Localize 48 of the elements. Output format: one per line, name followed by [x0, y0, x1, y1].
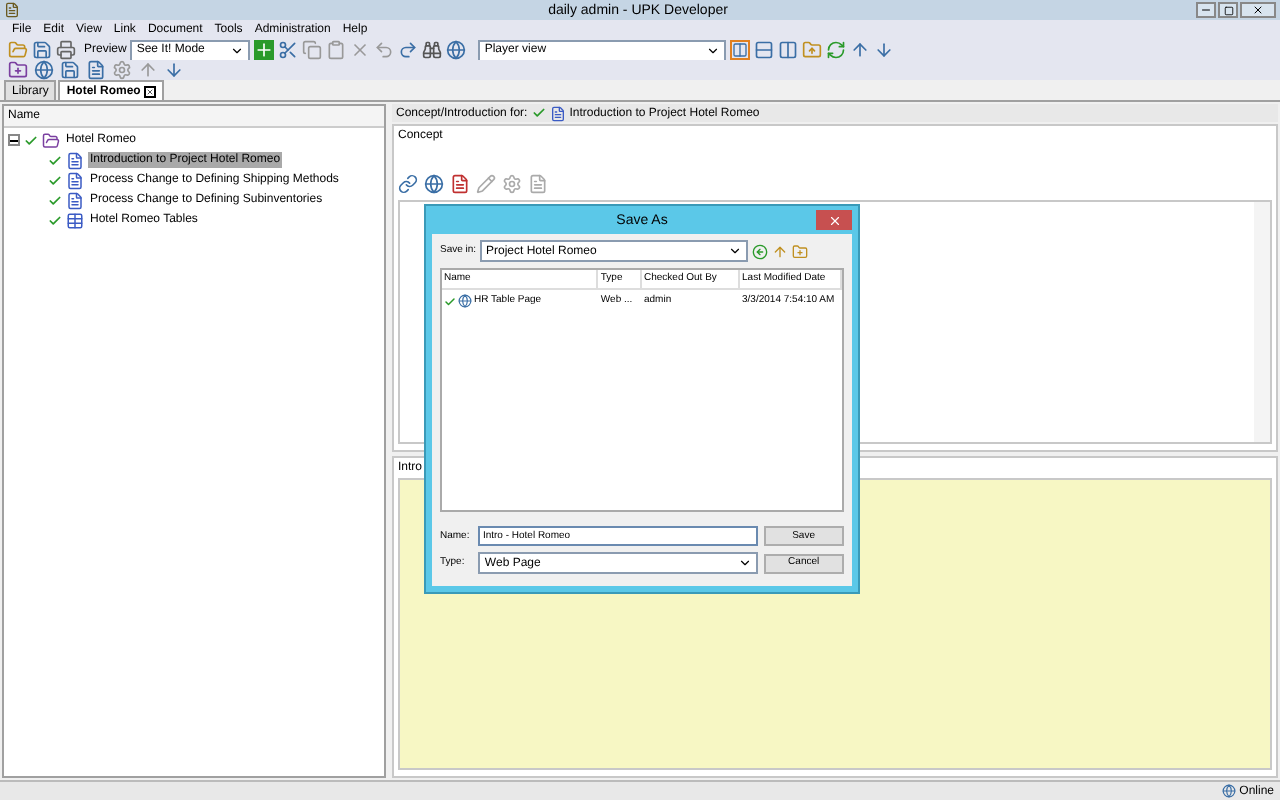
delete-icon[interactable]	[350, 40, 371, 60]
copy-icon[interactable]	[302, 40, 323, 60]
globe-icon[interactable]	[424, 174, 444, 194]
back-icon[interactable]	[752, 243, 768, 259]
close-icon	[1252, 4, 1264, 16]
document-icon	[66, 191, 84, 209]
columns-icon[interactable]	[778, 40, 799, 60]
link-icon[interactable]	[398, 174, 418, 194]
document-icon[interactable]	[86, 60, 106, 80]
folder-icon[interactable]	[802, 40, 823, 60]
printer-icon[interactable]	[56, 40, 76, 60]
refresh-icon[interactable]	[826, 40, 847, 60]
add-icon[interactable]	[254, 40, 275, 60]
document-icon[interactable]	[450, 174, 470, 194]
minimize-icon	[1200, 4, 1212, 16]
minimize-button[interactable]	[1196, 2, 1216, 18]
binoculars-icon[interactable]	[422, 40, 443, 60]
globe-icon	[1221, 784, 1236, 798]
layout-icon[interactable]	[730, 40, 751, 60]
document-icon	[66, 151, 84, 169]
check-icon	[444, 295, 456, 307]
clipboard-icon[interactable]	[326, 40, 347, 60]
collapse-toggle-icon[interactable]	[8, 134, 20, 146]
settings-icon[interactable]	[112, 60, 132, 80]
close-icon	[827, 213, 841, 227]
table-icon	[66, 211, 84, 229]
rows-icon[interactable]	[754, 40, 775, 60]
redo-icon[interactable]	[398, 40, 419, 60]
save-icon[interactable]	[60, 60, 80, 80]
web-page-icon	[458, 294, 472, 308]
close-tab-icon[interactable]	[144, 85, 157, 97]
document-icon	[549, 105, 566, 121]
check-icon	[531, 106, 546, 120]
new-folder-icon[interactable]	[792, 243, 808, 259]
save-icon[interactable]	[32, 40, 52, 60]
document-icon	[66, 171, 84, 189]
restore-button[interactable]	[1218, 2, 1238, 18]
globe-icon[interactable]	[446, 40, 467, 60]
undo-icon[interactable]	[374, 40, 395, 60]
open-folder-icon[interactable]	[8, 40, 28, 60]
app-icon	[4, 2, 20, 18]
restore-icon	[1223, 5, 1233, 15]
scissors-icon[interactable]	[278, 40, 299, 60]
close-button[interactable]	[816, 210, 852, 230]
close-button[interactable]	[1240, 2, 1276, 18]
settings-icon[interactable]	[502, 174, 522, 194]
page-icon[interactable]	[528, 174, 548, 194]
move-down-icon[interactable]	[164, 60, 184, 80]
